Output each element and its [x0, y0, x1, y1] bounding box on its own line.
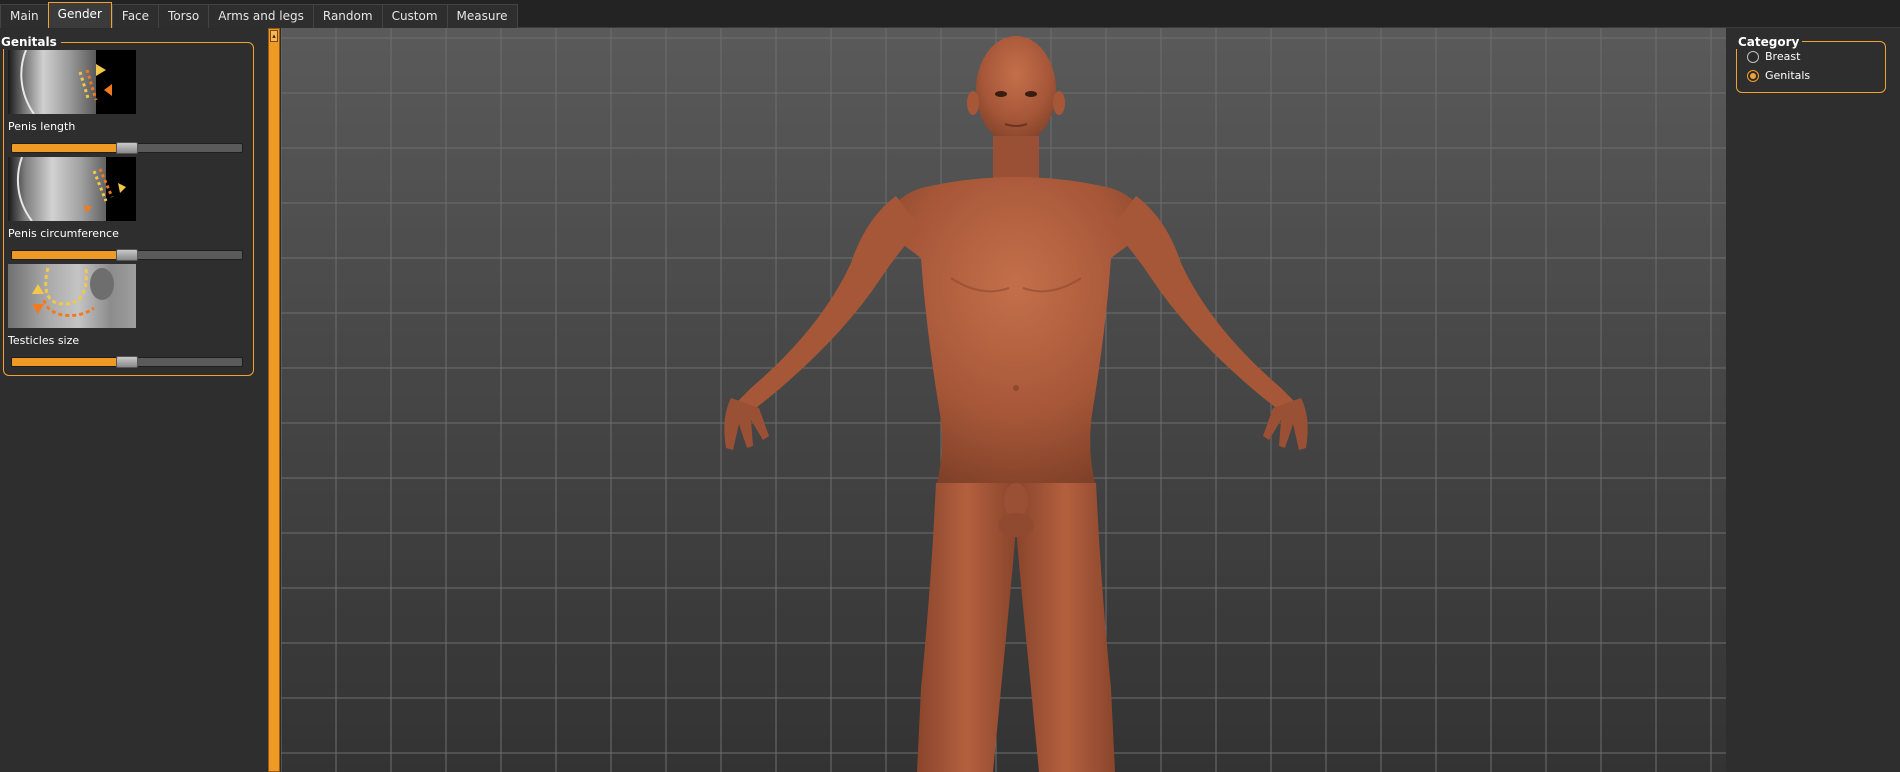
tab-main[interactable]: Main [0, 4, 48, 28]
penis-length-diagram-icon [20, 50, 112, 114]
genitals-radio[interactable] [1747, 69, 1759, 82]
tab-measure[interactable]: Measure [446, 4, 518, 28]
penis-length-thumbnail [8, 50, 136, 114]
tab-arms-and-legs[interactable]: Arms and legs [208, 4, 313, 28]
penis-length-slider-fill [12, 144, 127, 152]
penis-length-label: Penis length [8, 120, 76, 133]
model-right-arm [1111, 196, 1306, 426]
penis-circumference-slider[interactable] [11, 249, 243, 261]
right-category-panel: Category Breast Genitals [1726, 28, 1900, 772]
category-group-title: Category [1735, 35, 1803, 49]
penis-circumference-modifier: Penis circumference [8, 157, 244, 261]
left-modifier-panel: Genitals Penis length Penis circumferenc… [0, 29, 268, 772]
category-option-breast[interactable]: Breast [1747, 50, 1800, 63]
tab-custom[interactable]: Custom [381, 4, 447, 28]
testicles-size-diagram-icon [32, 267, 114, 318]
human-model[interactable] [281, 28, 1726, 772]
testicles-size-thumbnail [8, 264, 136, 328]
testicles-size-slider-handle[interactable] [116, 356, 138, 368]
penis-circumference-slider-fill [12, 251, 127, 259]
testicles-size-label: Testicles size [8, 334, 80, 347]
penis-circumference-diagram-icon [16, 157, 126, 221]
genitals-radio-label: Genitals [1765, 69, 1811, 82]
makehuman-window: Main Gender Face Torso Arms and legs Ran… [0, 0, 1900, 772]
testicles-size-modifier: Testicles size [8, 264, 244, 368]
model-head [976, 36, 1056, 144]
penis-length-modifier: Penis length [8, 50, 244, 154]
tab-torso[interactable]: Torso [158, 4, 209, 28]
model-torso [881, 177, 1151, 488]
breast-radio[interactable] [1747, 50, 1759, 63]
penis-circumference-thumbnail [8, 157, 136, 221]
model-left-arm [726, 196, 921, 426]
tab-gender[interactable]: Gender [47, 2, 112, 28]
breast-radio-label: Breast [1765, 50, 1801, 63]
penis-length-slider[interactable] [11, 142, 243, 154]
penis-length-slider-handle[interactable] [116, 142, 138, 154]
tab-bar: Main Gender Face Torso Arms and legs Ran… [0, 0, 1900, 28]
tab-random[interactable]: Random [312, 4, 382, 28]
category-option-genitals[interactable]: Genitals [1747, 69, 1810, 82]
left-panel-scrollbar[interactable]: ▴ [268, 28, 280, 772]
genitals-group-title: Genitals [1, 35, 61, 49]
3d-viewport[interactable] [281, 28, 1726, 772]
tab-face[interactable]: Face [111, 4, 159, 28]
scroll-up-arrow-icon[interactable]: ▴ [270, 30, 278, 42]
testicles-size-slider-fill [12, 358, 127, 366]
penis-circumference-label: Penis circumference [8, 227, 119, 240]
main-tabs: Main Gender Face Torso Arms and legs Ran… [0, 2, 518, 28]
testicles-size-slider[interactable] [11, 356, 243, 368]
penis-circumference-slider-handle[interactable] [116, 249, 138, 261]
